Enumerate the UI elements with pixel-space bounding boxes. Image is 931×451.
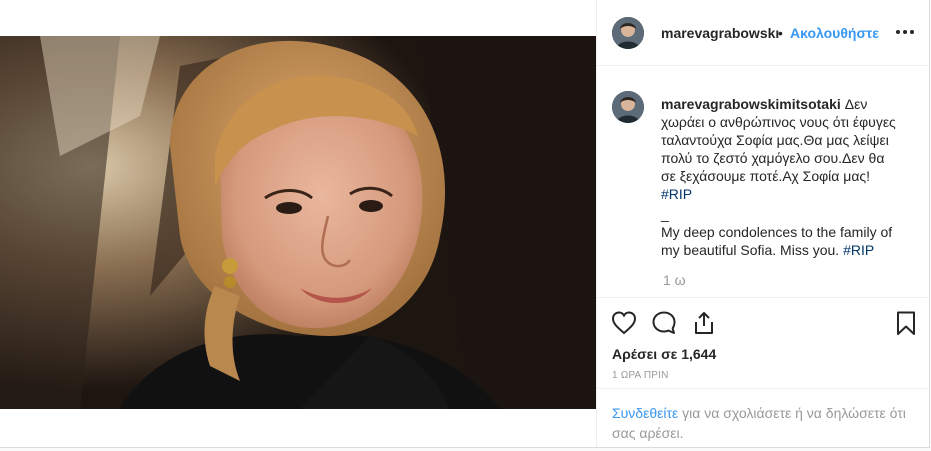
avatar-image — [612, 91, 644, 123]
login-link[interactable]: Συνδεθείτε — [612, 405, 678, 421]
caption-separator: _ — [661, 206, 669, 222]
avatar-image — [612, 17, 644, 49]
post-actions — [597, 306, 930, 338]
author-username[interactable]: marevagrabowskı — [661, 25, 779, 41]
post-photo[interactable] — [0, 36, 596, 409]
caption-section: marevagrabowskimitsotaki Δεν χωράει ο ανθ… — [597, 66, 930, 298]
bookmark-icon[interactable] — [893, 310, 919, 336]
post-header: marevagrabowskı • Ακολουθήστε — [597, 0, 930, 66]
login-prompt: Συνδεθείτε για να σχολιάσετε ή να δηλώσε… — [612, 403, 912, 443]
comment-area: Συνδεθείτε για να σχολιάσετε ή να δηλώσε… — [597, 388, 930, 447]
portrait-photo — [0, 36, 596, 409]
follow-button[interactable]: Ακολουθήστε — [790, 25, 879, 41]
more-options-icon[interactable] — [894, 23, 916, 41]
caption-text: marevagrabowskimitsotaki Δεν χωράει ο ανθ… — [661, 95, 901, 259]
hashtag-link[interactable]: #RIP — [661, 186, 692, 202]
post-timestamp[interactable]: 1 ΩΡΑ ΠΡΙΝ — [612, 370, 669, 381]
heart-icon[interactable] — [611, 310, 637, 336]
share-icon[interactable] — [691, 310, 717, 336]
comment-icon[interactable] — [651, 310, 677, 336]
header-separator: • — [778, 25, 783, 41]
author-avatar[interactable] — [612, 17, 644, 49]
post-sidebar: marevagrabowskı • Ακολουθήστε marevagrab… — [596, 0, 930, 447]
caption-username[interactable]: marevagrabowskimitsotaki — [661, 96, 841, 112]
hashtag-link[interactable]: #RIP — [843, 242, 874, 258]
instagram-post: marevagrabowskı • Ακολουθήστε marevagrab… — [0, 0, 930, 448]
caption-avatar[interactable] — [612, 91, 644, 123]
caption-timestamp[interactable]: 1 ω — [663, 272, 686, 288]
likes-count[interactable]: Αρέσει σε 1,644 — [612, 346, 716, 362]
